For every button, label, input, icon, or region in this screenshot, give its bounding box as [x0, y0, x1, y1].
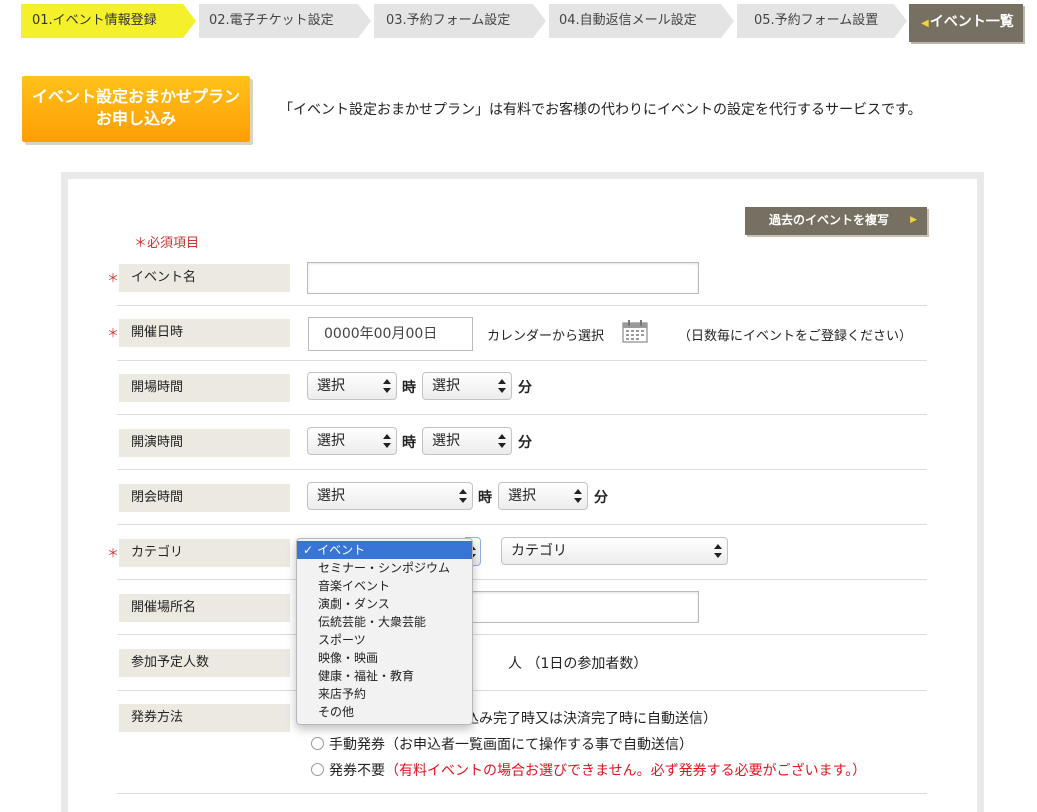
category-option[interactable]: セミナー・シンポジウム — [297, 559, 472, 577]
ticketing-option-none[interactable]: 発券不要（有料イベントの場合お選びできません。必ず発券する必要がございます。） — [311, 760, 866, 780]
row-divider — [117, 579, 927, 580]
plan-apply-button[interactable]: イベント設定おまかせプラン お申し込み — [22, 76, 250, 142]
close-minute-select[interactable]: 選択 — [498, 482, 588, 510]
ticketing-option-manual[interactable]: 手動発券（お申込者一覧画面にて操作する事で自動送信） — [311, 734, 693, 754]
date-note: （日数毎にイベントをご登録ください） — [678, 329, 913, 344]
hour-unit: 時 — [402, 380, 416, 396]
close-time-label: 閉会時間 — [119, 484, 290, 512]
minute-unit: 分 — [518, 380, 532, 396]
open-minute-value: 選択 — [432, 378, 460, 394]
plan-button-line1: イベント設定おまかせプラン — [31, 87, 240, 106]
hour-unit: 時 — [478, 490, 492, 506]
category-option[interactable]: 健康・福祉・教育 — [297, 667, 472, 685]
event-list-button[interactable]: ◀イベント一覧 — [909, 4, 1023, 42]
event-name-input[interactable] — [307, 262, 699, 294]
hour-unit: 時 — [402, 435, 416, 451]
ticketing-label: 発券方法 — [119, 704, 290, 732]
minute-unit: 分 — [594, 490, 608, 506]
row-divider — [117, 305, 927, 306]
select-arrows-icon — [459, 489, 467, 503]
row-divider — [117, 524, 927, 525]
checkmark-icon: ✓ — [303, 543, 314, 557]
plan-description: 「イベント設定おまかせプラン」は有料でお客様の代わりにイベントの設定を代行するサ… — [279, 102, 922, 118]
category-label: カテゴリ — [119, 539, 290, 567]
plan-button-line2: お申し込み — [95, 109, 176, 128]
category-option[interactable]: 演劇・ダンス — [297, 595, 472, 613]
step-form-placement[interactable]: 05.予約フォーム設置 — [737, 4, 907, 38]
start-minute-value: 選択 — [432, 433, 460, 449]
row-divider — [117, 793, 927, 794]
event-name-label: イベント名 — [119, 264, 290, 292]
category-option[interactable]: スポーツ — [297, 631, 472, 649]
radio-button[interactable] — [311, 737, 324, 750]
row-divider — [117, 469, 927, 470]
left-arrow-icon: ◀ — [921, 18, 929, 29]
close-hour-select[interactable]: 選択 — [307, 482, 473, 510]
calendar-select-text: カレンダーから選択 — [487, 329, 605, 344]
category-dropdown-menu[interactable]: ✓ イベント セミナー・シンポジウム 音楽イベント 演劇・ダンス 伝統芸能・大衆芸… — [296, 538, 473, 725]
select-arrows-icon — [714, 544, 722, 558]
date-input[interactable]: 0000年00月00日 — [308, 317, 473, 351]
calendar-icon[interactable] — [622, 319, 648, 343]
start-hour-value: 選択 — [317, 433, 345, 449]
right-arrow-icon: ▶ — [910, 215, 917, 225]
ticketing-option-auto-text: 込み完了時又は決済完了時に自動送信） — [465, 711, 717, 727]
venue-label: 開催場所名 — [119, 594, 290, 622]
attendance-label: 参加予定人数 — [119, 649, 290, 677]
close-minute-value: 選択 — [508, 488, 536, 504]
select-arrows-icon — [498, 434, 506, 448]
select-arrows-icon — [498, 379, 506, 393]
minute-unit: 分 — [518, 435, 532, 451]
category-option[interactable]: 来店予約 — [297, 685, 472, 703]
start-time-label: 開演時間 — [119, 429, 290, 457]
subcategory-value: カテゴリ — [511, 543, 567, 559]
required-mark: ＊ — [107, 271, 120, 285]
required-mark: ＊ — [107, 326, 120, 340]
ticketing-option-manual-text: 手動発券（お申込者一覧画面にて操作する事で自動送信） — [329, 737, 693, 753]
category-option[interactable]: 映像・映画 — [297, 649, 472, 667]
select-arrows-icon — [383, 434, 391, 448]
row-divider — [117, 414, 927, 415]
subcategory-select[interactable]: カテゴリ — [501, 537, 728, 565]
step-event-info[interactable]: 01.イベント情報登録 — [21, 4, 196, 38]
date-label: 開催日時 — [119, 319, 290, 347]
category-option-selected[interactable]: ✓ イベント — [297, 541, 472, 559]
open-hour-select[interactable]: 選択 — [307, 372, 397, 400]
copy-past-event-label: 過去のイベントを複写 — [769, 213, 890, 227]
open-hour-value: 選択 — [317, 378, 345, 394]
step-eticket-settings[interactable]: 02.電子チケット設定 — [199, 4, 371, 38]
open-time-label: 開場時間 — [119, 374, 290, 402]
close-hour-value: 選択 — [317, 488, 345, 504]
required-mark: ＊ — [107, 546, 120, 560]
select-arrows-icon — [574, 489, 582, 503]
ticketing-option-auto[interactable]: 込み完了時又は決済完了時に自動送信） — [465, 708, 717, 728]
start-hour-select[interactable]: 選択 — [307, 427, 397, 455]
copy-past-event-button[interactable]: 過去のイベントを複写 ▶ — [745, 207, 927, 235]
ticketing-option-none-text: 発券不要 — [329, 763, 385, 779]
category-option[interactable]: 伝統芸能・大衆芸能 — [297, 613, 472, 631]
category-option[interactable]: 音楽イベント — [297, 577, 472, 595]
step-reservation-form-settings[interactable]: 03.予約フォーム設定 — [374, 4, 546, 38]
row-divider — [117, 690, 927, 691]
ticketing-warning: （有料イベントの場合お選びできません。必ず発券する必要がございます。） — [385, 763, 867, 779]
select-arrows-icon — [383, 379, 391, 393]
required-note: ＊必須項目 — [134, 236, 200, 251]
category-option[interactable]: その他 — [297, 703, 472, 721]
row-divider — [117, 634, 927, 635]
step-progress-bar: 01.イベント情報登録 02.電子チケット設定 03.予約フォーム設定 04.自… — [21, 4, 910, 38]
row-divider — [117, 360, 927, 361]
radio-button[interactable] — [311, 763, 324, 776]
open-minute-select[interactable]: 選択 — [422, 372, 512, 400]
attendance-suffix: 人 （1日の参加者数） — [508, 656, 648, 672]
step-auto-reply-mail[interactable]: 04.自動返信メール設定 — [549, 4, 734, 38]
start-minute-select[interactable]: 選択 — [422, 427, 512, 455]
event-list-label: イベント一覧 — [929, 14, 1014, 30]
